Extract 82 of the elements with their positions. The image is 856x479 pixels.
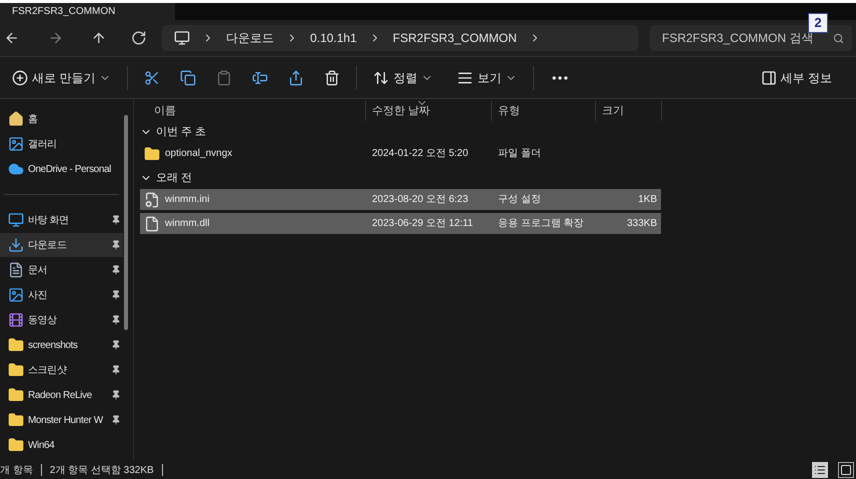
- search-icon: [833, 33, 844, 44]
- plus-circle-icon: [12, 70, 28, 86]
- selection-info: 2개 항목 선택함 332KB: [50, 464, 154, 478]
- sidebar-item[interactable]: 동영상: [0, 308, 123, 332]
- image-icon: [8, 287, 24, 303]
- sidebar-item[interactable]: screenshots: [0, 333, 123, 357]
- breadcrumb-link[interactable]: 다운로드: [226, 29, 274, 47]
- new-button[interactable]: 새로 만들기: [4, 62, 120, 94]
- sidebar-item[interactable]: 스크린샷: [0, 358, 123, 382]
- document-icon: [8, 262, 24, 278]
- address-bar[interactable]: 다운로드 0.10.1h1 FSR2FSR3_COMMON: [162, 25, 638, 51]
- sidebar-item[interactable]: 문서: [0, 258, 123, 282]
- cut-icon[interactable]: [144, 70, 160, 86]
- sidebar-item[interactable]: 홈: [0, 107, 123, 131]
- view-toggle[interactable]: [838, 462, 854, 478]
- type-cell-text: 파일 폴더: [497, 147, 542, 161]
- item-count: 개 항목: [0, 464, 33, 478]
- number-badge: 2: [808, 13, 828, 33]
- sidebar-item[interactable]: 다운로드: [0, 233, 123, 257]
- group-header[interactable]: 오래 전: [140, 167, 320, 189]
- film-icon: [8, 312, 24, 328]
- group-header[interactable]: 이번 주 초: [140, 121, 320, 143]
- sidebar-item[interactable]: 갤러리: [0, 132, 123, 156]
- paste-icon[interactable]: [216, 70, 232, 86]
- rename-icon[interactable]: [252, 70, 268, 86]
- file-gear-icon: [144, 192, 160, 208]
- scrollbar-thumb[interactable]: [124, 115, 128, 330]
- folder-icon: [8, 387, 24, 403]
- file-name: optional_nvngx: [165, 147, 232, 161]
- forward-icon[interactable]: [48, 30, 64, 46]
- date-cell-text: 2023-08-20 오전 6:23: [371, 193, 470, 207]
- tab-title: FSR2FSR3_COMMON: [12, 6, 116, 18]
- view-button[interactable]: 보기: [449, 62, 526, 94]
- folder-icon: [8, 437, 24, 453]
- file-icon: [144, 216, 160, 232]
- sort-icon: [373, 70, 390, 86]
- desktop-icon: [8, 212, 24, 228]
- column-header[interactable]: 수정한 날짜: [366, 101, 492, 121]
- up-icon[interactable]: [91, 30, 107, 46]
- type-cell-text: 응용 프로그램 확장: [497, 217, 585, 231]
- sidebar-item[interactable]: Win64: [0, 433, 123, 457]
- file-name: winmm.ini: [165, 193, 210, 207]
- date-cell-text: 2023-06-29 오전 12:11: [371, 217, 474, 231]
- sidebar-item[interactable]: 바탕 화면: [0, 208, 123, 232]
- column-header[interactable]: 유형: [492, 101, 596, 121]
- delete-icon[interactable]: [324, 70, 340, 86]
- file-row[interactable]: optional_nvngx 2024-01-22 오전 5:20 파일 폴더: [140, 143, 661, 164]
- sidebar-item[interactable]: Monster Hunter W: [0, 408, 123, 432]
- computer-icon: [174, 30, 190, 46]
- window-tab[interactable]: FSR2FSR3_COMMON: [0, 3, 175, 20]
- column-header[interactable]: 크기: [596, 101, 662, 121]
- lines-icon: [457, 70, 474, 86]
- back-icon[interactable]: [4, 30, 20, 46]
- image-icon: [8, 136, 24, 152]
- sidebar-item[interactable]: Radeon ReLive: [0, 383, 123, 407]
- details-pane-button[interactable]: 세부 정보: [752, 62, 840, 94]
- download-icon: [8, 237, 24, 253]
- view-toggle[interactable]: [812, 462, 828, 478]
- column-header[interactable]: 이름: [140, 101, 366, 121]
- home-icon: [8, 111, 24, 127]
- panel-icon: [760, 70, 777, 86]
- sort-button[interactable]: 정렬: [365, 62, 442, 94]
- file-name: winmm.dll: [165, 217, 210, 231]
- folder-icon: [8, 362, 24, 378]
- size-cell-text: 1KB: [637, 193, 658, 207]
- sidebar-item[interactable]: 사진: [0, 283, 123, 307]
- type-cell-text: 구성 설정: [497, 193, 542, 207]
- folder-icon: [8, 337, 24, 353]
- copy-icon[interactable]: [180, 70, 196, 86]
- date-cell-text: 2024-01-22 오전 5:20: [371, 147, 470, 161]
- share-icon[interactable]: [288, 70, 304, 86]
- refresh-icon[interactable]: [130, 30, 146, 46]
- folder-icon: [144, 146, 160, 162]
- sidebar-item[interactable]: OneDrive - Personal: [0, 157, 123, 181]
- breadcrumb-link[interactable]: FSR2FSR3_COMMON: [392, 29, 517, 47]
- file-row[interactable]: winmm.ini 2023-08-20 오전 6:23 구성 설정 1KB: [140, 189, 661, 210]
- size-cell-text: 333KB: [626, 217, 658, 231]
- folder-icon: [8, 412, 24, 428]
- tile-icon: [840, 464, 852, 476]
- breadcrumb-link[interactable]: 0.10.1h1: [310, 29, 357, 47]
- file-row[interactable]: winmm.dll 2023-06-29 오전 12:11 응용 프로그램 확장 333KB: [140, 213, 661, 234]
- cloud-icon: [8, 161, 24, 177]
